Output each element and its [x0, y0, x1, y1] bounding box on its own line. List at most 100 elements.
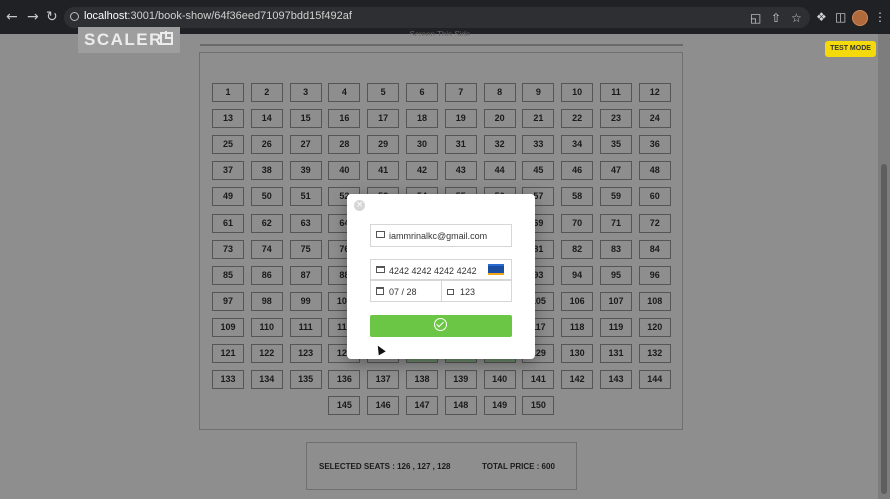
- share-icon[interactable]: ⇧: [771, 10, 781, 26]
- seat-131[interactable]: 131: [600, 344, 632, 363]
- seat-110[interactable]: 110: [250, 317, 283, 337]
- seat-46[interactable]: 46: [561, 161, 594, 181]
- seat-58[interactable]: 58: [561, 187, 594, 207]
- seat-31[interactable]: 31: [444, 135, 477, 155]
- seat-30[interactable]: 30: [406, 135, 438, 155]
- seat-42[interactable]: 42: [406, 161, 438, 181]
- seat-74[interactable]: 74: [250, 239, 283, 259]
- seat-48[interactable]: 48: [638, 161, 671, 181]
- seat-145[interactable]: 145: [328, 396, 361, 416]
- seat-73[interactable]: 73: [212, 239, 244, 259]
- seat-106[interactable]: 106: [561, 291, 594, 311]
- seat-85[interactable]: 85: [212, 265, 244, 285]
- pay-button[interactable]: [370, 315, 512, 337]
- seat-29[interactable]: 29: [367, 135, 400, 155]
- seat-6[interactable]: 6: [406, 83, 438, 102]
- seat-26[interactable]: 26: [250, 135, 283, 155]
- reload-icon[interactable]: ↻: [46, 8, 58, 26]
- seat-10[interactable]: 10: [561, 83, 594, 102]
- seat-37[interactable]: 37: [212, 161, 244, 181]
- seat-16[interactable]: 16: [328, 109, 361, 129]
- seat-13[interactable]: 13: [212, 109, 244, 129]
- seat-109[interactable]: 109: [212, 317, 244, 337]
- seat-148[interactable]: 148: [444, 396, 477, 416]
- seat-63[interactable]: 63: [289, 213, 322, 233]
- seat-143[interactable]: 143: [600, 370, 632, 390]
- seat-123[interactable]: 123: [289, 344, 322, 363]
- seat-45[interactable]: 45: [522, 161, 555, 181]
- seat-27[interactable]: 27: [289, 135, 322, 155]
- seat-146[interactable]: 146: [367, 396, 400, 416]
- seat-15[interactable]: 15: [289, 109, 322, 129]
- install-icon[interactable]: ◱: [750, 10, 761, 26]
- seat-11[interactable]: 11: [600, 83, 632, 102]
- back-icon[interactable]: ←: [6, 8, 18, 26]
- seat-7[interactable]: 7: [444, 83, 477, 102]
- seat-136[interactable]: 136: [328, 370, 361, 390]
- seat-133[interactable]: 133: [212, 370, 244, 390]
- seat-138[interactable]: 138: [406, 370, 438, 390]
- seat-96[interactable]: 96: [638, 265, 671, 285]
- seat-47[interactable]: 47: [600, 161, 632, 181]
- seat-87[interactable]: 87: [289, 265, 322, 285]
- seat-149[interactable]: 149: [483, 396, 516, 416]
- seat-95[interactable]: 95: [600, 265, 632, 285]
- cvc-field[interactable]: 123: [441, 280, 512, 302]
- seat-12[interactable]: 12: [638, 83, 671, 102]
- seat-3[interactable]: 3: [289, 83, 322, 102]
- seat-62[interactable]: 62: [250, 213, 283, 233]
- seat-39[interactable]: 39: [289, 161, 322, 181]
- seat-130[interactable]: 130: [561, 344, 594, 363]
- seat-20[interactable]: 20: [483, 109, 516, 129]
- seat-72[interactable]: 72: [638, 213, 671, 233]
- seat-25[interactable]: 25: [212, 135, 244, 155]
- seat-75[interactable]: 75: [289, 239, 322, 259]
- profile-avatar[interactable]: [852, 10, 868, 26]
- seat-36[interactable]: 36: [638, 135, 671, 155]
- seat-61[interactable]: 61: [212, 213, 244, 233]
- seat-147[interactable]: 147: [406, 396, 438, 416]
- forward-icon[interactable]: →: [27, 8, 39, 26]
- seat-50[interactable]: 50: [250, 187, 283, 207]
- seat-4[interactable]: 4: [328, 83, 361, 102]
- seat-5[interactable]: 5: [367, 83, 400, 102]
- seat-17[interactable]: 17: [367, 109, 400, 129]
- seat-38[interactable]: 38: [250, 161, 283, 181]
- seat-32[interactable]: 32: [483, 135, 516, 155]
- star-icon[interactable]: ☆: [791, 10, 802, 26]
- seat-33[interactable]: 33: [522, 135, 555, 155]
- seat-14[interactable]: 14: [250, 109, 283, 129]
- seat-142[interactable]: 142: [561, 370, 594, 390]
- seat-122[interactable]: 122: [250, 344, 283, 363]
- seat-107[interactable]: 107: [600, 291, 632, 311]
- seat-24[interactable]: 24: [638, 109, 671, 129]
- seat-119[interactable]: 119: [600, 317, 632, 337]
- seat-19[interactable]: 19: [444, 109, 477, 129]
- menu-icon[interactable]: ⋮: [874, 9, 886, 25]
- site-info-icon[interactable]: [70, 12, 79, 21]
- seat-121[interactable]: 121: [212, 344, 244, 363]
- scrollbar-thumb[interactable]: [881, 164, 887, 494]
- seat-23[interactable]: 23: [600, 109, 632, 129]
- scaler-logo[interactable]: SCALER: [78, 27, 180, 53]
- seat-21[interactable]: 21: [522, 109, 555, 129]
- seat-135[interactable]: 135: [289, 370, 322, 390]
- page-scrollbar[interactable]: [878, 34, 890, 499]
- extensions-icon[interactable]: ❖: [816, 9, 827, 25]
- seat-144[interactable]: 144: [638, 370, 671, 390]
- seat-150[interactable]: 150: [522, 396, 555, 416]
- seat-84[interactable]: 84: [638, 239, 671, 259]
- seat-40[interactable]: 40: [328, 161, 361, 181]
- email-field[interactable]: iammrinalkc@gmail.com: [370, 224, 512, 247]
- seat-60[interactable]: 60: [638, 187, 671, 207]
- seat-98[interactable]: 98: [250, 291, 283, 311]
- address-bar[interactable]: localhost:3001/book-show/64f36eed71097bd…: [64, 7, 810, 28]
- expiry-field[interactable]: 07 / 28: [370, 280, 442, 302]
- seat-51[interactable]: 51: [289, 187, 322, 207]
- seat-137[interactable]: 137: [367, 370, 400, 390]
- seat-2[interactable]: 2: [250, 83, 283, 102]
- seat-118[interactable]: 118: [561, 317, 594, 337]
- seat-83[interactable]: 83: [600, 239, 632, 259]
- seat-141[interactable]: 141: [522, 370, 555, 390]
- seat-28[interactable]: 28: [328, 135, 361, 155]
